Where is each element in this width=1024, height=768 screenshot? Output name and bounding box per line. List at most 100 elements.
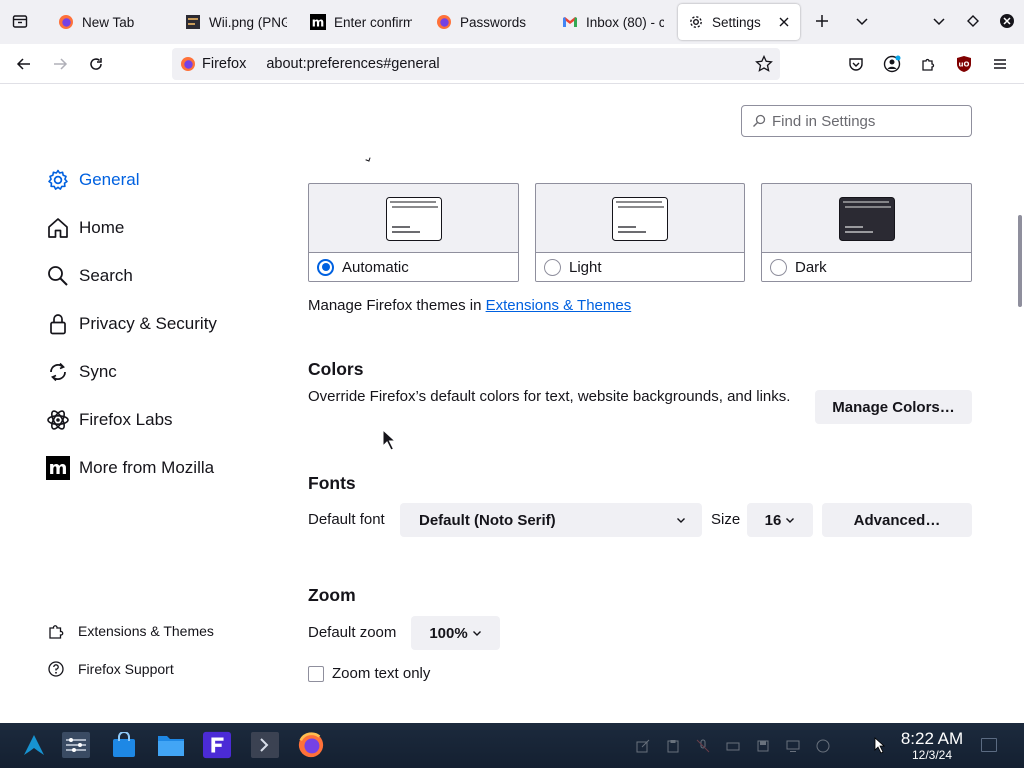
zoom-text-only-row[interactable]: Zoom text only [308, 664, 430, 684]
tray-mic-muted-icon[interactable] [696, 739, 710, 753]
sidebar-link-firefox-support[interactable]: Firefox Support [46, 657, 174, 681]
sidebar-item-label: More from Mozilla [79, 458, 215, 477]
minimize-button[interactable] [924, 6, 954, 36]
theme-radio-automatic[interactable] [317, 258, 334, 276]
default-font-value: Default (Noto Serif) [419, 511, 556, 529]
sidebar-link-extensions-themes[interactable]: Extensions & Themes [46, 619, 214, 643]
tab-strip: New Tab Wii.png (PNG m Enter confirm Pas… [0, 0, 1024, 44]
theme-preview-automatic [309, 184, 518, 253]
reload-button[interactable] [80, 48, 112, 80]
back-arrow-icon [16, 58, 30, 70]
settings-app-button[interactable] [62, 731, 90, 759]
theme-preview-light [536, 184, 744, 253]
list-tabs-button[interactable] [847, 6, 877, 36]
tab-settings[interactable]: Settings [678, 4, 800, 40]
app-launcher-button[interactable] [20, 731, 48, 759]
sync-icon [46, 360, 70, 384]
system-clock[interactable]: 8:22 AM 12/3/24 [896, 730, 968, 763]
show-desktop-button[interactable] [981, 738, 997, 752]
store-bag-icon [113, 732, 135, 757]
font-size-select[interactable]: 16 [747, 503, 813, 537]
new-tab-button[interactable] [807, 6, 837, 36]
tray-clipboard-icon[interactable] [666, 739, 680, 753]
theme-card-dark[interactable]: Dark [761, 183, 972, 282]
close-window-button[interactable] [992, 6, 1022, 36]
file-manager-button[interactable] [157, 731, 185, 759]
sidebar-item-sync[interactable]: Sync [46, 356, 117, 388]
sidebar-item-more-from-mozilla[interactable]: m More from Mozilla [46, 452, 214, 484]
advanced-fonts-button[interactable]: Advanced… [822, 503, 972, 537]
default-font-label: Default font [308, 511, 385, 528]
app-menu-button[interactable] [984, 48, 1016, 80]
tab-title: Enter confirm [334, 14, 412, 30]
manage-colors-button[interactable]: Manage Colors… [815, 390, 972, 424]
theme-radio-dark[interactable] [770, 258, 787, 276]
url-text[interactable]: about:preferences#general [266, 56, 439, 72]
sidebar-item-firefox-labs[interactable]: Firefox Labs [46, 404, 173, 436]
firefox-view-button[interactable] [5, 6, 35, 36]
default-zoom-select[interactable]: 100% [411, 616, 500, 650]
close-tab-icon[interactable] [776, 14, 792, 30]
firefox-taskbar-button[interactable] [297, 731, 325, 759]
url-bar[interactable]: Firefox about:preferences#general [172, 48, 780, 80]
tab-passwords[interactable]: Passwords [426, 4, 548, 40]
zoom-text-only-label: Zoom text only [332, 665, 431, 682]
image-icon [185, 14, 201, 30]
forward-button[interactable] [44, 48, 76, 80]
zoom-text-only-checkbox[interactable] [308, 666, 324, 682]
sidebar-item-general[interactable]: General [46, 164, 139, 196]
themes-text: Manage Firefox themes in [308, 297, 482, 314]
extensions-themes-link[interactable]: Extensions & Themes [486, 297, 632, 314]
firefox-icon [58, 14, 74, 30]
default-zoom-value: 100% [429, 624, 468, 642]
tray-monitor-icon[interactable] [786, 739, 800, 753]
page-scrollbar[interactable] [1018, 215, 1022, 307]
tab-title: Inbox (80) - c [586, 14, 664, 30]
sidebar-item-privacy[interactable]: Privacy & Security [46, 308, 217, 340]
svg-text:m: m [312, 16, 325, 30]
fdm-app-button[interactable] [203, 731, 231, 759]
maximize-icon [967, 15, 979, 27]
tray-edit-icon[interactable] [636, 739, 650, 753]
firefox-icon [436, 14, 452, 30]
tab-enter-confirm[interactable]: m Enter confirm [300, 4, 412, 40]
theme-radio-light[interactable] [544, 258, 561, 276]
discover-app-button[interactable] [110, 731, 138, 759]
maximize-button[interactable] [958, 6, 988, 36]
fonts-heading: Fonts [308, 473, 356, 493]
svg-text:uO: uO [959, 61, 970, 69]
account-button[interactable] [876, 48, 908, 80]
theme-card-automatic[interactable]: Automatic [308, 183, 519, 282]
sidebar-item-home[interactable]: Home [46, 212, 124, 244]
clock-date: 12/3/24 [911, 748, 953, 762]
sidebar-item-search[interactable]: Search [46, 260, 133, 292]
f-app-icon [203, 731, 231, 759]
find-in-settings-input[interactable]: Find in Settings [741, 105, 972, 137]
bookmark-star-icon[interactable] [754, 54, 774, 74]
default-font-select[interactable]: Default (Noto Serif) [400, 503, 702, 537]
ublock-shield-icon: uO [957, 56, 971, 72]
identity-box[interactable]: Firefox [172, 48, 246, 80]
font-size-label: Size [711, 511, 741, 528]
firefox-icon [298, 732, 324, 758]
tab-inbox[interactable]: Inbox (80) - c [552, 4, 664, 40]
theme-card-light[interactable]: Light [535, 183, 745, 282]
puzzle-icon [46, 621, 66, 641]
ublock-button[interactable]: uO [948, 48, 980, 80]
reload-icon [90, 58, 102, 70]
puzzle-icon [922, 58, 935, 71]
tray-disk-icon[interactable] [756, 739, 770, 753]
mozilla-icon: m [46, 456, 70, 480]
pocket-button[interactable] [840, 48, 872, 80]
sidebar-link-label: Firefox Support [78, 661, 174, 677]
extensions-button[interactable] [912, 48, 944, 80]
sidebar-item-label: Sync [79, 362, 117, 381]
terminal-app-button[interactable] [251, 731, 279, 759]
back-button[interactable] [8, 48, 40, 80]
mouse-cursor-icon [874, 737, 886, 754]
tray-display-icon[interactable] [726, 739, 740, 753]
tray-help-icon[interactable] [816, 739, 830, 753]
tab-image[interactable]: Wii.png (PNG [175, 4, 287, 40]
tab-new-tab[interactable]: New Tab [48, 4, 170, 40]
settings-page: Find in Settings General Home Search Pri… [0, 85, 1024, 723]
